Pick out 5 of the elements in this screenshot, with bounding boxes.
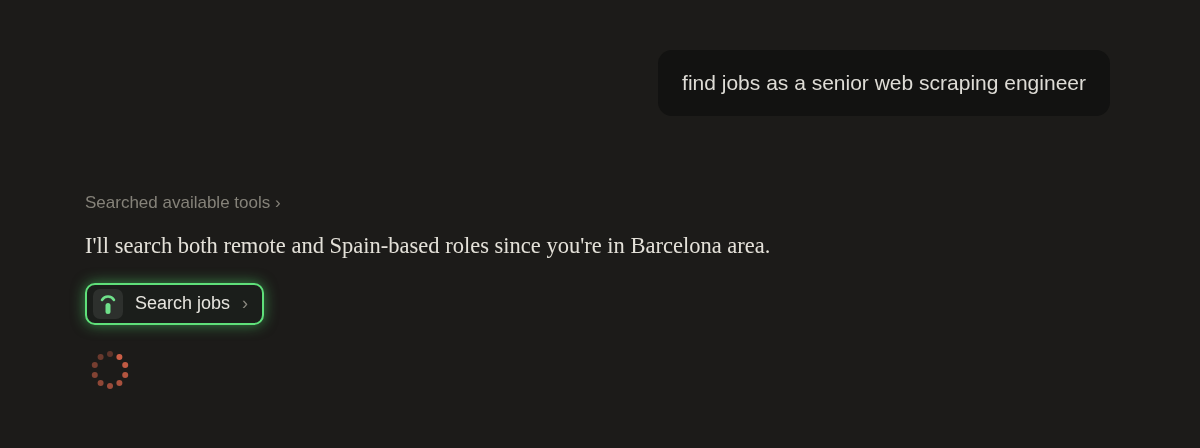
user-message: find jobs as a senior web scraping engineer — [658, 50, 1110, 116]
info-icon — [93, 288, 123, 319]
tool-summary-link[interactable]: Searched available tools › — [85, 189, 281, 215]
assistant-message: I'll search both remote and Spain-based roles since you're in Barcelona area. — [85, 232, 772, 260]
search-jobs-button[interactable]: Search jobs › — [85, 282, 265, 325]
